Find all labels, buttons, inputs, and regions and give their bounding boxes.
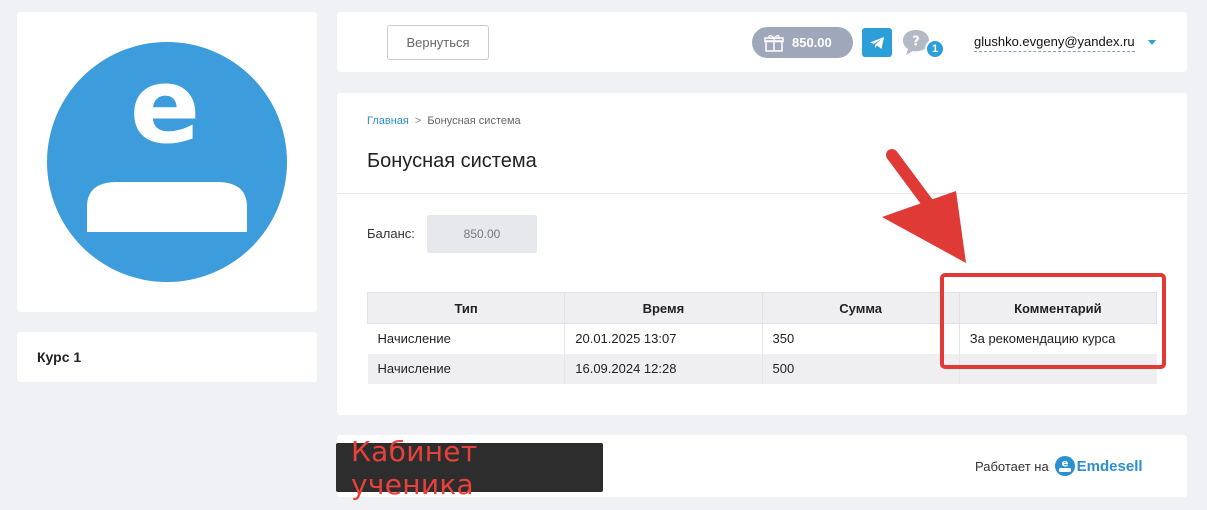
telegram-icon bbox=[870, 36, 884, 49]
table-row: Начисление 16.09.2024 12:28 500 bbox=[367, 353, 1157, 384]
cabinet-label: Кабинет ученика bbox=[336, 435, 603, 501]
brand-name: Emdesell bbox=[1076, 457, 1143, 475]
balance-pill[interactable]: 850.00 bbox=[752, 27, 853, 58]
table-row: Начисление 20.01.2025 13:07 350 За реком… bbox=[367, 323, 1157, 354]
cell-comment bbox=[959, 353, 1157, 384]
column-header-type: Тип bbox=[366, 292, 566, 324]
user-menu[interactable]: glushko.evgeny@yandex.ru bbox=[974, 34, 1135, 52]
balance-value: 850.00 bbox=[427, 215, 537, 253]
breadcrumb-separator: > bbox=[414, 115, 422, 127]
cell-time: 16.09.2024 12:28 bbox=[564, 353, 763, 384]
brand-link[interactable]: e Emdesell bbox=[1054, 456, 1143, 476]
svg-text:?: ? bbox=[912, 35, 920, 50]
table-header-row: Тип Время Сумма Комментарий bbox=[366, 292, 1158, 324]
gift-icon bbox=[764, 34, 784, 52]
bonus-panel: Главная > Бонусная система Бонусная систем… bbox=[337, 93, 1187, 415]
cell-comment: За рекомендацию курса bbox=[969, 331, 1116, 347]
powered-by-text: Работает на bbox=[975, 458, 1049, 474]
balance-label: Баланс: bbox=[367, 226, 415, 241]
course-card[interactable]: Курс 1 bbox=[17, 332, 317, 382]
back-button[interactable]: Вернуться bbox=[387, 25, 489, 60]
cell-amount: 350 bbox=[762, 323, 960, 354]
cell-type: Начисление bbox=[367, 323, 566, 354]
column-header-amount: Сумма bbox=[761, 292, 960, 324]
bonus-table: Тип Время Сумма Комментарий Начисление 2… bbox=[366, 292, 1158, 384]
column-header-comment: Комментарий bbox=[958, 292, 1158, 324]
telegram-button[interactable] bbox=[862, 28, 892, 57]
balance-pill-value: 850.00 bbox=[792, 35, 832, 50]
avatar-card: e bbox=[17, 12, 317, 312]
user-avatar-icon: e bbox=[47, 42, 287, 282]
page-title: Бонусная система bbox=[367, 150, 537, 172]
top-bar: Вернуться 850.00 ? 1 glushko.evgeny@yand… bbox=[337, 12, 1187, 72]
svg-text:e: e bbox=[130, 45, 201, 167]
svg-text:e: e bbox=[1061, 459, 1068, 470]
divider bbox=[337, 193, 1187, 194]
breadcrumb-current: Бонусная система bbox=[427, 115, 521, 127]
emdesell-logo-icon: e bbox=[1054, 456, 1075, 476]
cell-type: Начисление bbox=[367, 353, 566, 384]
powered-by: Работает на e Emdesell bbox=[975, 456, 1143, 476]
course-item-label: Курс 1 bbox=[37, 349, 82, 365]
cell-time: 20.01.2025 13:07 bbox=[564, 323, 763, 354]
breadcrumb: Главная > Бонусная система bbox=[367, 115, 521, 127]
chevron-down-icon[interactable] bbox=[1148, 40, 1156, 45]
cell-amount: 500 bbox=[762, 353, 960, 384]
help-button[interactable]: ? 1 bbox=[902, 29, 945, 61]
column-header-time: Время bbox=[564, 292, 763, 324]
help-badge: 1 bbox=[925, 39, 945, 59]
breadcrumb-home-link[interactable]: Главная bbox=[367, 115, 409, 127]
